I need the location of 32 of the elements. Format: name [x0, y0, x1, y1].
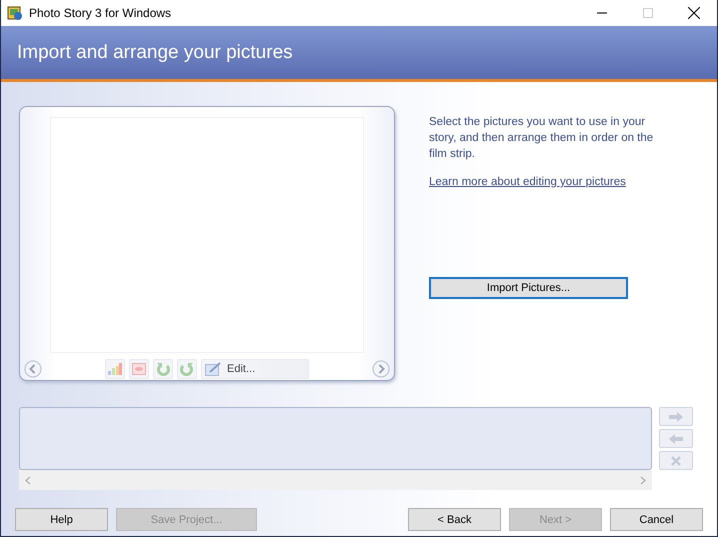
window-title: Photo Story 3 for Windows [29, 6, 172, 20]
close-icon [688, 7, 700, 19]
remove-button[interactable] [659, 451, 693, 470]
arrow-right-icon [669, 412, 683, 422]
app-icon [7, 5, 23, 21]
close-icon [671, 456, 681, 466]
levels-button[interactable] [105, 359, 125, 379]
move-left-button[interactable] [659, 429, 693, 448]
footer-button[interactable]: < Back [408, 508, 501, 531]
maximize-icon [643, 8, 653, 18]
footer-button[interactable]: Cancel [610, 508, 703, 531]
eye-fix-button[interactable] [129, 359, 149, 379]
horizontal-scrollbar[interactable] [19, 470, 652, 490]
eye-icon [132, 363, 146, 375]
rotate-right-icon [180, 362, 194, 376]
rotate-left-button[interactable] [153, 359, 173, 379]
move-right-button[interactable] [659, 407, 693, 426]
arrow-left-icon [669, 434, 683, 444]
previous-button[interactable] [24, 360, 42, 378]
chevron-right-icon[interactable] [640, 476, 646, 484]
next-picture-button[interactable] [372, 360, 390, 378]
rotate-right-button[interactable] [177, 359, 197, 379]
chevron-left-icon[interactable] [25, 476, 31, 484]
bar-chart-icon [108, 363, 122, 375]
rotate-left-icon [156, 362, 170, 376]
edit-button[interactable]: Edit... [201, 359, 309, 379]
footer-button[interactable]: Help [15, 508, 108, 531]
help-link[interactable]: Learn more about editing your pictures [429, 176, 626, 188]
instructions-text: Select the pictures you want to use in your story, and then arrange them in order on the film strip. [429, 115, 654, 162]
import-pictures-button[interactable]: Import Pictures... [429, 277, 628, 299]
pencil-icon [205, 362, 221, 376]
page-title: Import and arrange your pictures [17, 42, 293, 64]
